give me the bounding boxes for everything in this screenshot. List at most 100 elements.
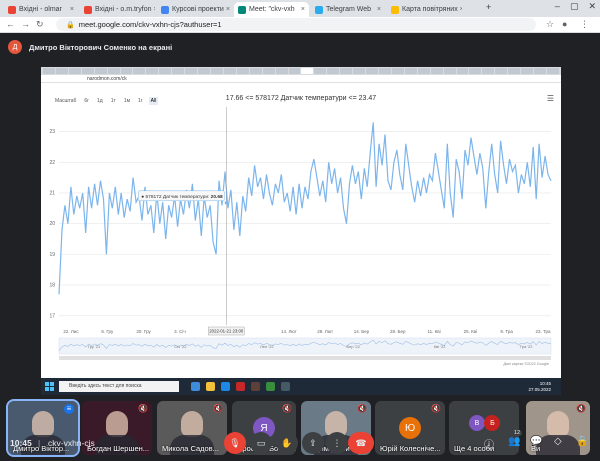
raise-hand-icon[interactable]: ✋: [276, 432, 298, 454]
host-controls-icon[interactable]: 🔒: [576, 436, 588, 447]
explorer-icon[interactable]: [206, 382, 215, 391]
more-icon[interactable]: ⋮: [326, 432, 348, 454]
y-tick-label: 17: [49, 313, 55, 319]
shared-tab: [275, 68, 288, 74]
url-text: meet.google.com/ckv-vxhn-cjs?authuser=1: [78, 20, 222, 29]
taskbar-search[interactable]: Введіть здесь текст для поиска: [59, 381, 179, 392]
x-tick-label: 6. Гру: [101, 329, 114, 334]
app-icon[interactable]: [236, 382, 245, 391]
shared-tab: [327, 68, 340, 74]
chart-title: 17.66 <= 578172 Датчик температури <= 23…: [225, 95, 377, 102]
windows-start-icon[interactable]: [45, 382, 54, 391]
tab-label: Вхідні - o.m.tryfon: [95, 6, 152, 13]
shared-tab: [133, 68, 146, 74]
tab-favicon-icon: [315, 5, 323, 14]
close-tab-icon[interactable]: ×: [68, 6, 74, 13]
mic-muted-icon: 🔇: [576, 404, 586, 413]
close-tab-icon[interactable]: ×: [458, 6, 462, 13]
tooltip-text: ● 578172 Датчик температури: 20.68: [141, 194, 223, 200]
presenter-label: Дмитро Вікторович Соменко на екрані: [29, 42, 173, 52]
edge-icon[interactable]: [221, 382, 230, 391]
people-icon[interactable]: 👥: [508, 436, 520, 447]
address-bar: ← → ↻ 🔒 meet.google.com/ckv-vxhn-cjs?aut…: [0, 17, 600, 33]
taskview-icon[interactable]: [191, 382, 200, 391]
url-input[interactable]: 🔒 meet.google.com/ckv-vxhn-cjs?authuser=…: [56, 18, 536, 31]
shared-tab: [456, 68, 469, 74]
activities-icon[interactable]: ◇: [554, 436, 562, 447]
camera-icon[interactable]: ▭: [250, 432, 272, 454]
y-tick-label: 22: [49, 160, 55, 166]
hover-x-label: 2022-01-21 23:00: [209, 329, 244, 334]
temperature-chart: 17 18 19 20 21 22 23 22. Лис 6. Гру 20. Гру 3. Січ…: [49, 107, 552, 366]
browser-tab[interactable]: Вхідні - o.m.tryfon×: [80, 2, 155, 17]
close-tab-icon[interactable]: ×: [375, 6, 381, 13]
profile-icon[interactable]: ●: [562, 19, 567, 29]
forward-icon[interactable]: →: [21, 19, 30, 29]
meet-control-bar: 10:45 | ckv-vxhn-cjs 🎙 ▭ ✋ ⇪ ⋮ ☎ ⓘ 👥 12 …: [0, 430, 600, 461]
chart-menu-icon[interactable]: ☰: [547, 94, 554, 103]
navigator-tick: Бер '22: [346, 344, 360, 349]
shared-tab: [301, 68, 314, 74]
shared-tab: [210, 68, 223, 74]
shared-tab: [159, 68, 172, 74]
browser-tab[interactable]: Курсові проекти ×: [157, 2, 232, 17]
taskbar-clock: 10:45 27.05.2022: [528, 381, 551, 392]
tooltip-value: 20.68: [211, 194, 223, 200]
close-tab-icon[interactable]: ×: [152, 6, 156, 13]
y-tick-label: 19: [49, 252, 55, 258]
bookmark-icon[interactable]: ☆: [546, 19, 554, 30]
shared-tab: [340, 68, 353, 74]
navigator-tick: Лют '22: [260, 344, 274, 349]
shared-tab: [443, 68, 456, 74]
chrome-icon[interactable]: [266, 382, 275, 391]
shared-tab: [482, 68, 495, 74]
close-tab-icon[interactable]: ×: [224, 6, 230, 13]
chat-icon[interactable]: 💬: [530, 436, 542, 447]
browser-menu-icon[interactable]: ⋮: [580, 19, 589, 30]
mic-muted-icon: 🔇: [282, 404, 292, 413]
x-tick-label: 9. Тра: [500, 329, 513, 334]
maximize-icon[interactable]: ▢: [570, 1, 579, 12]
browser-tab[interactable]: Telegram Web ×: [311, 2, 385, 17]
back-icon[interactable]: ←: [6, 19, 15, 29]
shared-screen: narodmon.com/ck Масштаб 6г 1д 1т 1м 1г All 17.…: [41, 67, 561, 395]
shared-tab: [81, 68, 94, 74]
presenter-bar: Д Дмитро Вікторович Соменко на екрані: [8, 40, 172, 54]
y-tick-label: 23: [49, 129, 55, 135]
browser-tab[interactable]: Карта повітряних ×: [387, 2, 462, 17]
x-tick-label: 11. Кві: [427, 329, 440, 334]
close-window-icon[interactable]: ✕: [588, 1, 596, 12]
info-icon[interactable]: ⓘ: [484, 436, 494, 451]
mic-off-icon[interactable]: 🎙: [224, 432, 246, 454]
x-tick-label: 14. Бер: [354, 329, 370, 334]
speaking-indicator-icon: ≡: [64, 404, 74, 414]
tab-favicon-icon: [161, 5, 169, 14]
window-controls: – ▢ ✕: [555, 1, 596, 12]
shared-tab: [185, 68, 198, 74]
browser-tab[interactable]: Meet: "ckv-vxh ×: [234, 2, 309, 17]
tab-label: Meet: "ckv-vxh: [249, 6, 295, 13]
shared-tab: [534, 68, 546, 74]
browser-tab[interactable]: Вхідні - olmar ×: [4, 2, 78, 17]
app-icon[interactable]: [281, 382, 290, 391]
app-icon[interactable]: [251, 382, 260, 391]
shared-browser-bookmarks: [41, 67, 561, 75]
series-line: [58, 122, 552, 295]
mic-icon: [505, 404, 515, 414]
close-tab-icon[interactable]: ×: [299, 6, 305, 13]
tab-label: Карта повітряних: [402, 6, 458, 13]
shared-tab: [249, 68, 262, 74]
minimize-icon[interactable]: –: [555, 1, 560, 12]
new-tab-button[interactable]: +: [486, 2, 491, 12]
shared-tab: [314, 68, 327, 74]
reload-icon[interactable]: ↻: [36, 19, 44, 30]
navigator: [58, 337, 552, 355]
taskbar-date: 27.05.2022: [528, 386, 551, 392]
shared-tab: [236, 68, 249, 74]
end-call-icon[interactable]: ☎: [348, 432, 374, 454]
people-count-badge: 12: [512, 430, 523, 436]
present-icon[interactable]: ⇪: [302, 432, 324, 454]
shared-tab: [546, 68, 559, 74]
shared-tab: [378, 68, 391, 74]
shared-tab: [508, 68, 521, 74]
